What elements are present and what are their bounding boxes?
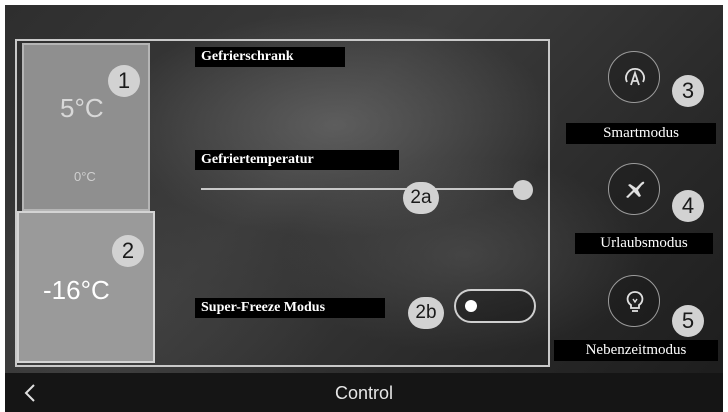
callout-badge-2b: 2b bbox=[408, 297, 444, 329]
callout-badge-2a: 2a bbox=[403, 182, 439, 214]
smart-mode-label: Smartmodus bbox=[566, 123, 716, 144]
freezer-temperature-label: Gefriertemperatur bbox=[195, 150, 399, 170]
callout-badge-4: 4 bbox=[672, 190, 704, 222]
freezer-current-temp: -16°C bbox=[43, 275, 110, 305]
callout-badge-5: 5 bbox=[672, 305, 704, 337]
control-screen: 5°C 0°C 1 -16°C 2 Gefrierschrank Gefrier… bbox=[5, 5, 723, 412]
callout-badge-3: 3 bbox=[672, 75, 704, 107]
smart-mode-button[interactable] bbox=[608, 51, 660, 103]
callout-badge-2: 2 bbox=[112, 235, 144, 267]
superfreeze-toggle[interactable] bbox=[454, 289, 536, 323]
superfreeze-label: Super-Freeze Modus bbox=[195, 298, 385, 318]
freezer-temperature-slider[interactable] bbox=[201, 188, 523, 190]
vacation-mode-button[interactable] bbox=[608, 163, 660, 215]
bottom-nav-bar: Control bbox=[5, 373, 723, 412]
callout-badge-1: 1 bbox=[108, 65, 140, 97]
freezer-zone-tile[interactable]: -16°C bbox=[17, 211, 155, 363]
panel-title: Gefrierschrank bbox=[195, 47, 345, 67]
screen-title: Control bbox=[334, 383, 394, 403]
fridge-set-temp: 0°C bbox=[74, 169, 96, 184]
toggle-knob bbox=[465, 300, 477, 312]
fridge-current-temp: 5°C bbox=[60, 93, 104, 123]
offpeak-mode-label: Nebenzeitmodus bbox=[554, 340, 718, 361]
slider-thumb[interactable] bbox=[513, 180, 533, 200]
vacation-mode-label: Urlaubsmodus bbox=[575, 233, 713, 254]
offpeak-mode-button[interactable] bbox=[608, 275, 660, 327]
